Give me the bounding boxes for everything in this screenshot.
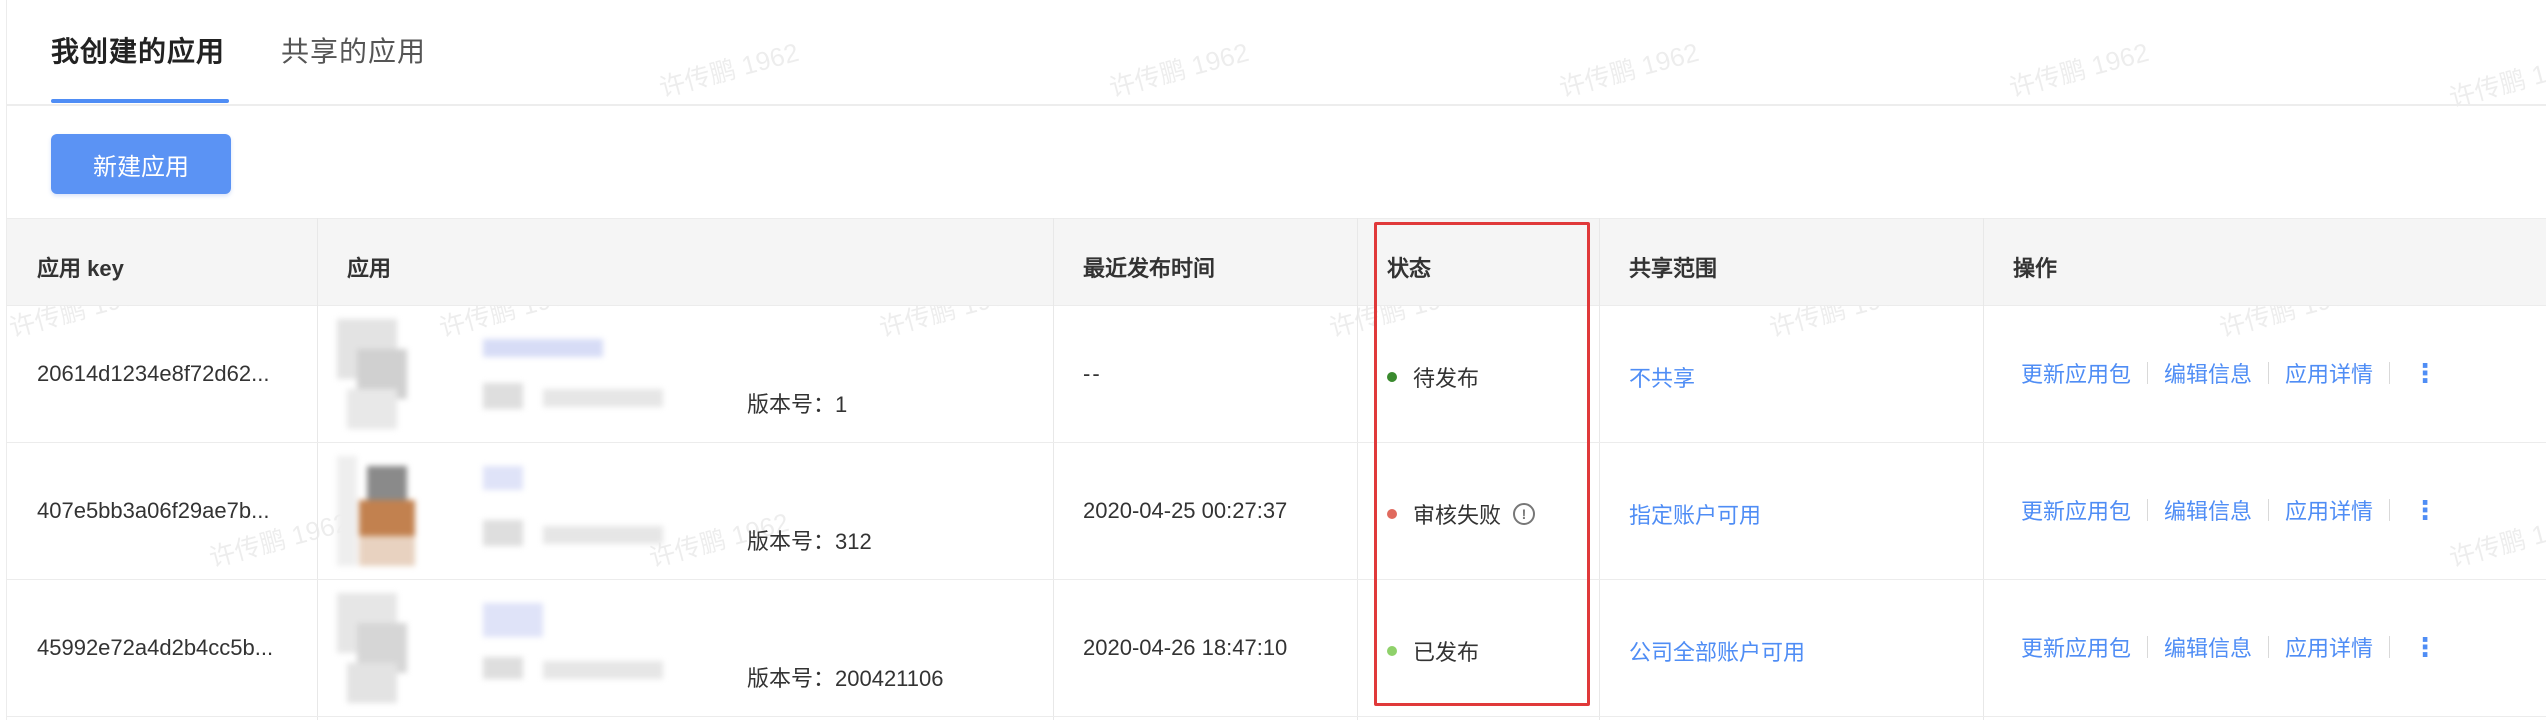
app-meta-blurred bbox=[543, 389, 663, 407]
status-label: 已发布 bbox=[1413, 640, 1480, 665]
table-row: 45992e72a4d2b4cc5b... 版本号：200421106 2020… bbox=[7, 579, 2546, 717]
active-tab-indicator bbox=[51, 99, 229, 103]
column-header-status: 状态 bbox=[1387, 256, 1432, 281]
status: 待发布 bbox=[1387, 361, 1479, 393]
app-version: 版本号：1 bbox=[747, 392, 848, 417]
app-name-blurred bbox=[483, 339, 603, 357]
app-meta-blurred bbox=[483, 383, 523, 409]
status: 审核失败 ! bbox=[1387, 498, 1536, 530]
status-dot bbox=[1387, 646, 1397, 656]
share-scope-link[interactable]: 指定账户可用 bbox=[1629, 498, 1761, 530]
new-app-button[interactable]: 新建应用 bbox=[51, 134, 231, 194]
column-header-app-key: 应用 key bbox=[37, 256, 124, 281]
publish-time: 2020-04-26 18:47:10 bbox=[1083, 635, 1288, 660]
row-actions: 更新应用包 编辑信息 应用详情 ⋮ bbox=[2021, 494, 2438, 526]
app-name-blurred bbox=[483, 603, 543, 637]
app-version: 版本号：200421106 bbox=[747, 666, 944, 691]
update-package-link[interactable]: 更新应用包 bbox=[2021, 631, 2131, 663]
tab-my-apps[interactable]: 我创建的应用 bbox=[51, 30, 225, 70]
publish-time: -- bbox=[1083, 361, 1102, 386]
column-header-operations: 操作 bbox=[2013, 256, 2058, 281]
app-key: 20614d1234e8f72d62... bbox=[37, 361, 270, 386]
app-thumbnail-blurred bbox=[337, 319, 467, 429]
more-vertical-icon[interactable]: ⋮ bbox=[2412, 632, 2438, 663]
app-name-blurred bbox=[483, 466, 523, 490]
share-scope-link[interactable]: 公司全部账户可用 bbox=[1629, 635, 1805, 667]
divider bbox=[2389, 362, 2391, 384]
info-circle-icon[interactable]: ! bbox=[1513, 503, 1536, 525]
tab-bar: 我创建的应用 共享的应用 bbox=[7, 0, 2546, 106]
app-thumbnail-blurred bbox=[337, 593, 467, 703]
app-key: 45992e72a4d2b4cc5b... bbox=[37, 635, 274, 660]
tab-shared-apps[interactable]: 共享的应用 bbox=[281, 30, 426, 70]
publish-time: 2020-04-25 00:27:37 bbox=[1083, 498, 1288, 523]
divider bbox=[2389, 499, 2391, 521]
app-meta-blurred bbox=[483, 657, 523, 679]
column-header-publish-time: 最近发布时间 bbox=[1083, 256, 1216, 281]
app-meta-blurred bbox=[543, 526, 663, 544]
status-dot bbox=[1387, 372, 1397, 382]
status-dot bbox=[1387, 509, 1397, 519]
app-details-link[interactable]: 应用详情 bbox=[2285, 494, 2373, 526]
update-package-link[interactable]: 更新应用包 bbox=[2021, 494, 2131, 526]
table-header: 应用 key 应用 最近发布时间 状态 共享范围 操作 bbox=[7, 218, 2546, 306]
row-actions: 更新应用包 编辑信息 应用详情 ⋮ bbox=[2021, 631, 2438, 663]
app-thumbnail-blurred bbox=[337, 456, 467, 566]
edit-info-link[interactable]: 编辑信息 bbox=[2164, 494, 2252, 526]
app-details-link[interactable]: 应用详情 bbox=[2285, 357, 2373, 389]
divider bbox=[2147, 499, 2149, 521]
status-label: 审核失败 bbox=[1413, 503, 1502, 528]
more-vertical-icon[interactable]: ⋮ bbox=[2412, 495, 2438, 526]
more-vertical-icon[interactable]: ⋮ bbox=[2412, 358, 2438, 389]
app-meta-blurred bbox=[543, 661, 663, 679]
share-scope-link[interactable]: 不共享 bbox=[1629, 361, 1695, 393]
update-package-link[interactable]: 更新应用包 bbox=[2021, 357, 2131, 389]
app-version: 版本号：312 bbox=[747, 529, 872, 554]
edit-info-link[interactable]: 编辑信息 bbox=[2164, 631, 2252, 663]
divider bbox=[2268, 362, 2270, 384]
table-row: 407e5bb3a06f29ae7b... 版本号：312 2020-04-25… bbox=[7, 442, 2546, 580]
divider bbox=[2389, 636, 2391, 658]
edit-info-link[interactable]: 编辑信息 bbox=[2164, 357, 2252, 389]
divider bbox=[2268, 636, 2270, 658]
status-label: 待发布 bbox=[1413, 366, 1480, 391]
column-header-app: 应用 bbox=[347, 256, 392, 281]
divider bbox=[2268, 499, 2270, 521]
divider bbox=[2147, 636, 2149, 658]
status: 已发布 bbox=[1387, 635, 1479, 667]
column-header-share-scope: 共享范围 bbox=[1629, 256, 1718, 281]
app-meta-blurred bbox=[483, 520, 523, 546]
table-row: 20614d1234e8f72d62... 版本号：1 -- 待发布 不共享 更… bbox=[7, 305, 2546, 443]
app-details-link[interactable]: 应用详情 bbox=[2285, 631, 2373, 663]
app-management-page: 许传鹏 1962 许传鹏 1962 许传鹏 1962 许传鹏 1962 许传鹏 … bbox=[6, 0, 2546, 720]
divider bbox=[2147, 362, 2149, 384]
row-actions: 更新应用包 编辑信息 应用详情 ⋮ bbox=[2021, 357, 2438, 389]
app-key: 407e5bb3a06f29ae7b... bbox=[37, 498, 270, 523]
